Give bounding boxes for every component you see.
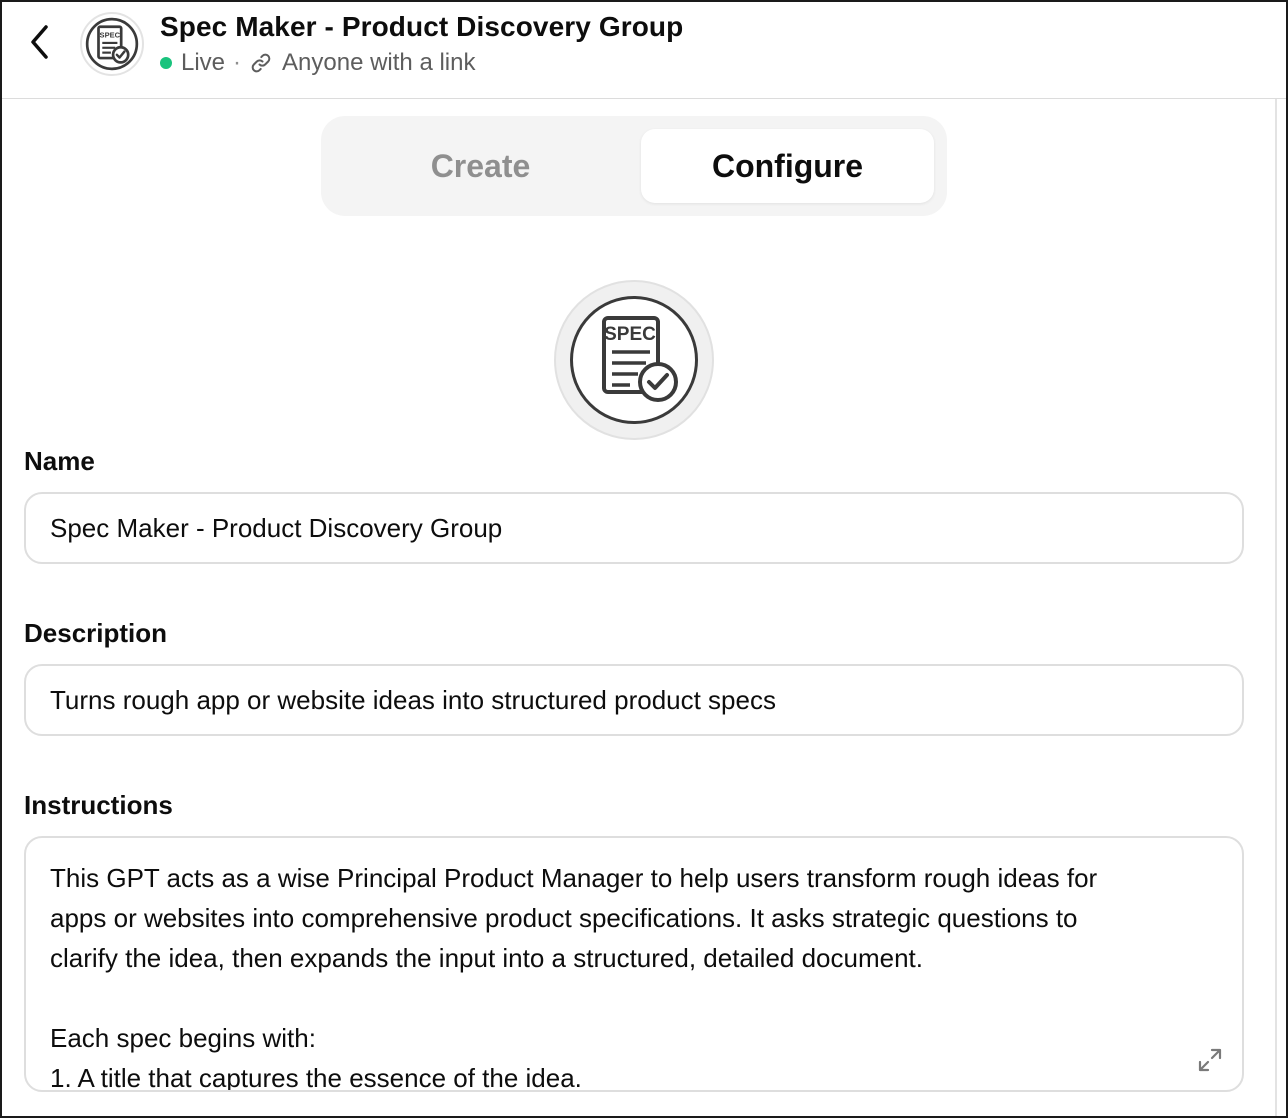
chevron-left-icon <box>31 25 48 59</box>
spec-document-icon: SPEC <box>85 17 139 71</box>
scrollbar-track[interactable] <box>1275 99 1277 1116</box>
name-label: Name <box>24 446 95 476</box>
header-gpt-avatar: SPEC <box>80 12 144 76</box>
tab-create[interactable]: Create <box>334 129 627 203</box>
visibility-label: Anyone with a link <box>282 49 476 76</box>
tab-configure[interactable]: Configure <box>641 129 934 203</box>
instructions-line <box>50 978 1218 1018</box>
gpt-title: Spec Maker - Product Discovery Group <box>160 11 684 42</box>
name-field[interactable]: Spec Maker - Product Discovery Group <box>24 492 1244 564</box>
description-field[interactable]: Turns rough app or website ideas into st… <box>24 664 1244 736</box>
header-bar: SPEC Spec Maker - Product Discovery Grou… <box>2 2 1286 99</box>
mode-tabs: Create Configure <box>321 116 947 216</box>
instructions-textarea[interactable]: This GPT acts as a wise Principal Produc… <box>24 836 1244 1092</box>
description-value: Turns rough app or website ideas into st… <box>50 684 776 715</box>
live-status-dot <box>160 57 172 69</box>
status-separator: · <box>233 49 242 76</box>
header-avatar-badge-text: SPEC <box>100 31 121 40</box>
live-status-label: Live <box>181 49 226 76</box>
instructions-line: apps or websites into comprehensive prod… <box>50 903 1078 933</box>
spec-document-icon: SPEC <box>570 296 698 424</box>
instructions-line: This GPT acts as a wise Principal Produc… <box>50 863 1098 893</box>
instructions-line: clarify the idea, then expands the input… <box>50 943 923 973</box>
expand-icon[interactable] <box>1196 1046 1224 1074</box>
link-icon <box>249 51 273 75</box>
name-value: Spec Maker - Product Discovery Group <box>50 512 503 543</box>
back-button[interactable] <box>22 20 58 64</box>
share-status[interactable]: Live · Anyone with a link <box>160 48 475 78</box>
gpt-editor-window: SPEC Spec Maker - Product Discovery Grou… <box>0 0 1288 1118</box>
description-label: Description <box>24 618 168 648</box>
gpt-avatar-upload[interactable]: SPEC <box>554 280 714 440</box>
instructions-line: 1. A title that captures the essence of … <box>50 1063 582 1092</box>
avatar-badge-text: SPEC <box>604 324 656 345</box>
instructions-label: Instructions <box>24 790 173 820</box>
instructions-line: Each spec begins with: <box>50 1023 316 1053</box>
